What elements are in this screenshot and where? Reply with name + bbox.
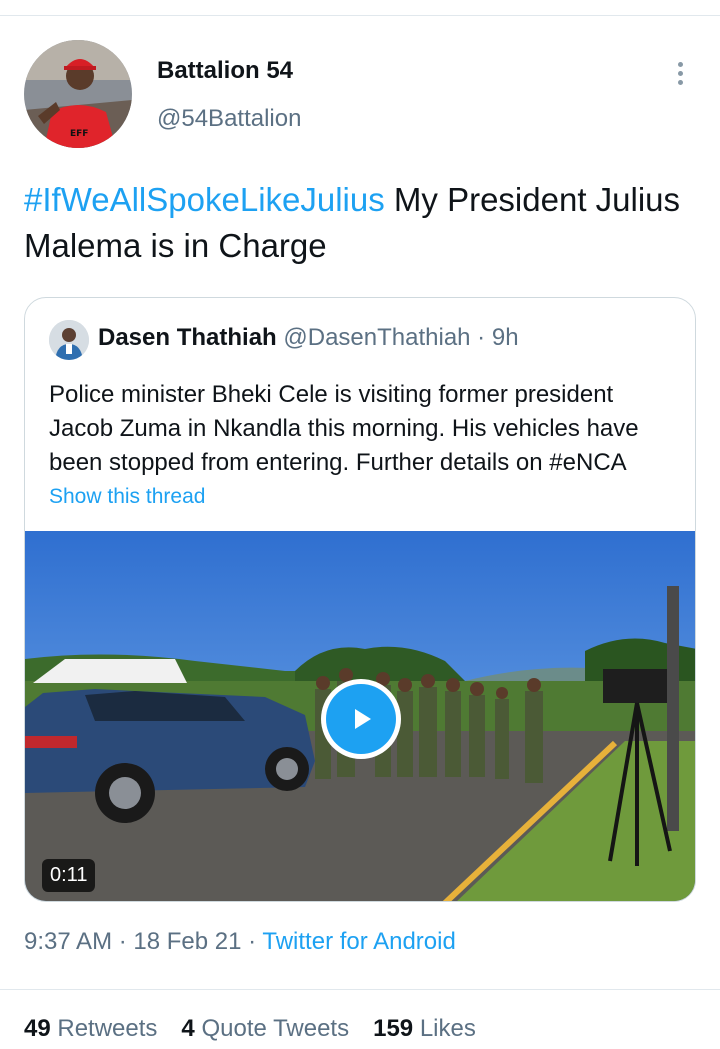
quoted-header: Dasen Thathiah @DasenThathiah · 9h: [98, 324, 519, 352]
top-divider: [0, 15, 720, 16]
tweet-source-link[interactable]: Twitter for Android: [262, 928, 455, 955]
quoted-author-name[interactable]: Dasen Thathiah: [98, 324, 277, 351]
likes-stat[interactable]: 159 Likes: [373, 1015, 476, 1043]
quote-tweets-stat[interactable]: 4 Quote Tweets: [181, 1015, 349, 1043]
hashtag-link[interactable]: #IfWeAllSpokeLikeJulius: [24, 181, 385, 218]
tweet-time: 9:37 AM: [24, 928, 113, 955]
likes-label: Likes: [419, 1015, 476, 1042]
quote-tweets-label: Quote Tweets: [201, 1015, 350, 1042]
quoted-avatar-image: [49, 320, 89, 360]
engagement-stats: 49 Retweets 4 Quote Tweets 159 Likes: [24, 1015, 476, 1043]
more-options-button[interactable]: [660, 55, 700, 91]
author-handle[interactable]: @54Battalion: [157, 105, 301, 133]
quote-tweets-count: 4: [181, 1015, 195, 1042]
play-button[interactable]: [321, 679, 401, 759]
more-vertical-icon: [677, 61, 683, 67]
likes-count: 159: [373, 1015, 414, 1042]
tweet-date: 18 Feb 21: [133, 928, 242, 955]
tweet-text: #IfWeAllSpokeLikeJulius My President Jul…: [24, 177, 696, 269]
author-avatar[interactable]: EFF: [24, 40, 132, 148]
video-duration: 0:11: [42, 859, 96, 892]
quoted-author-handle[interactable]: @DasenThathiah: [283, 324, 470, 351]
tweet-meta: 9:37 AM · 18 Feb 21 · Twitter for Androi…: [24, 928, 456, 956]
retweets-count: 49: [24, 1015, 51, 1042]
quoted-timestamp: 9h: [491, 324, 519, 351]
author-avatar-image: EFF: [24, 40, 132, 148]
quoted-tweet-text: Police minister Bheki Cele is visiting f…: [49, 381, 639, 476]
svg-text:EFF: EFF: [70, 129, 88, 139]
meta-divider: [0, 989, 720, 990]
quoted-separator: ·: [470, 324, 492, 351]
show-thread-link[interactable]: Show this thread: [49, 485, 205, 509]
meta-separator-2: ·: [241, 928, 263, 955]
retweets-stat[interactable]: 49 Retweets: [24, 1015, 157, 1043]
quoted-author-avatar[interactable]: [49, 320, 89, 360]
quoted-tweet-card[interactable]: Dasen Thathiah @DasenThathiah · 9h Polic…: [24, 297, 696, 902]
video-player[interactable]: 0:11: [25, 531, 695, 901]
play-icon: [326, 684, 396, 754]
meta-separator-1: ·: [112, 928, 134, 955]
author-name[interactable]: Battalion 54: [157, 57, 293, 85]
retweets-label: Retweets: [57, 1015, 158, 1042]
